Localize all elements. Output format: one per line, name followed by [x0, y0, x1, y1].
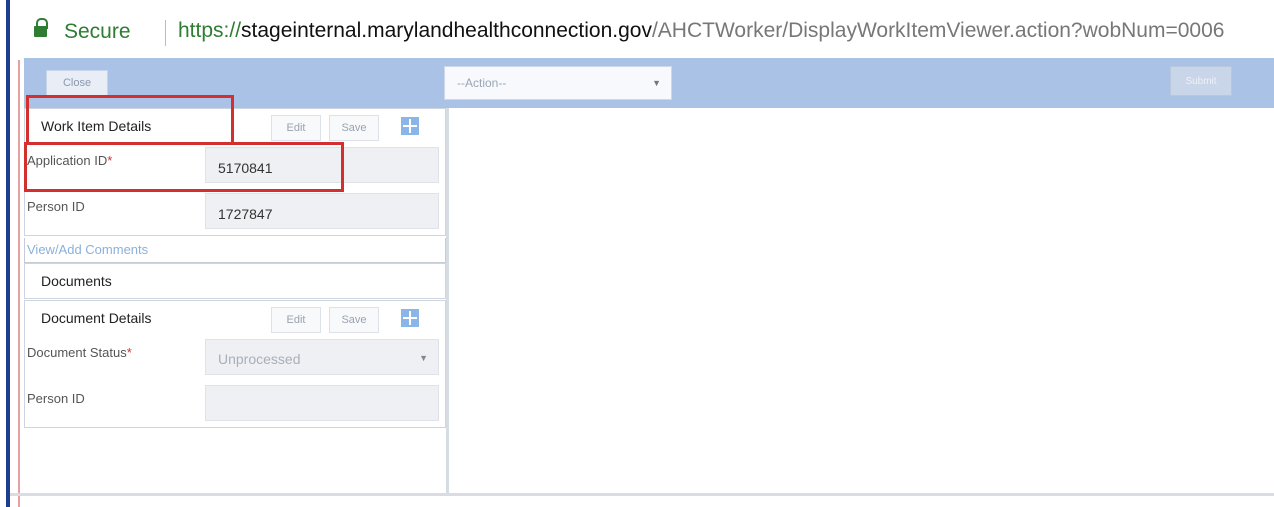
- panel-left-accent: [18, 60, 20, 507]
- comments-row: View/Add Comments: [24, 238, 446, 263]
- address-separator: [165, 20, 166, 46]
- documents-header: Documents: [24, 263, 446, 299]
- work-item-edit-button[interactable]: Edit: [271, 115, 321, 141]
- bottom-border: [10, 493, 1274, 496]
- person-id-label: Person ID: [27, 199, 85, 214]
- document-status-value: Unprocessed: [218, 351, 301, 367]
- submit-button[interactable]: Submit: [1170, 66, 1232, 96]
- document-person-id-field[interactable]: [205, 385, 439, 421]
- action-select[interactable]: --Action-- ▼: [444, 66, 672, 100]
- person-id-row: Person ID 1727847: [24, 189, 446, 236]
- window-left-edge: [6, 0, 10, 507]
- plus-icon[interactable]: [401, 309, 419, 327]
- view-add-comments-link[interactable]: View/Add Comments: [27, 242, 148, 257]
- close-button[interactable]: Close: [46, 70, 108, 96]
- secure-label: Secure: [64, 20, 131, 43]
- work-item-save-button[interactable]: Save: [329, 115, 379, 141]
- plus-icon[interactable]: [401, 117, 419, 135]
- document-save-button[interactable]: Save: [329, 307, 379, 333]
- url-text[interactable]: https://stageinternal.marylandhealthconn…: [178, 19, 1224, 43]
- chevron-down-icon: ▼: [652, 78, 661, 88]
- url-path: /AHCTWorker/DisplayWorkItemViewer.action…: [651, 19, 1225, 42]
- document-status-select[interactable]: Unprocessed ▼: [205, 339, 439, 375]
- document-person-id-label: Person ID: [27, 391, 85, 406]
- work-item-details-highlight: [26, 95, 234, 145]
- chevron-down-icon: ▼: [419, 353, 428, 363]
- person-id-field[interactable]: 1727847: [205, 193, 439, 229]
- document-edit-button[interactable]: Edit: [271, 307, 321, 333]
- url-host: stageinternal.marylandhealthconnection.g…: [241, 19, 652, 42]
- documents-title: Documents: [41, 273, 112, 289]
- document-details-title: Document Details: [41, 310, 152, 326]
- document-status-row: Document Status* Unprocessed ▼: [24, 335, 446, 382]
- document-details-header: Document Details Edit Save: [24, 300, 446, 336]
- application-id-highlight: [24, 142, 344, 192]
- lock-icon: [34, 18, 48, 38]
- url-scheme: https://: [178, 19, 242, 42]
- document-person-id-row: Person ID: [24, 381, 446, 428]
- document-viewer-area: [449, 108, 1274, 493]
- action-select-value: --Action--: [457, 76, 507, 90]
- document-status-label: Document Status*: [27, 345, 132, 360]
- address-bar[interactable]: Secure https://stageinternal.marylandhea…: [20, 8, 1274, 56]
